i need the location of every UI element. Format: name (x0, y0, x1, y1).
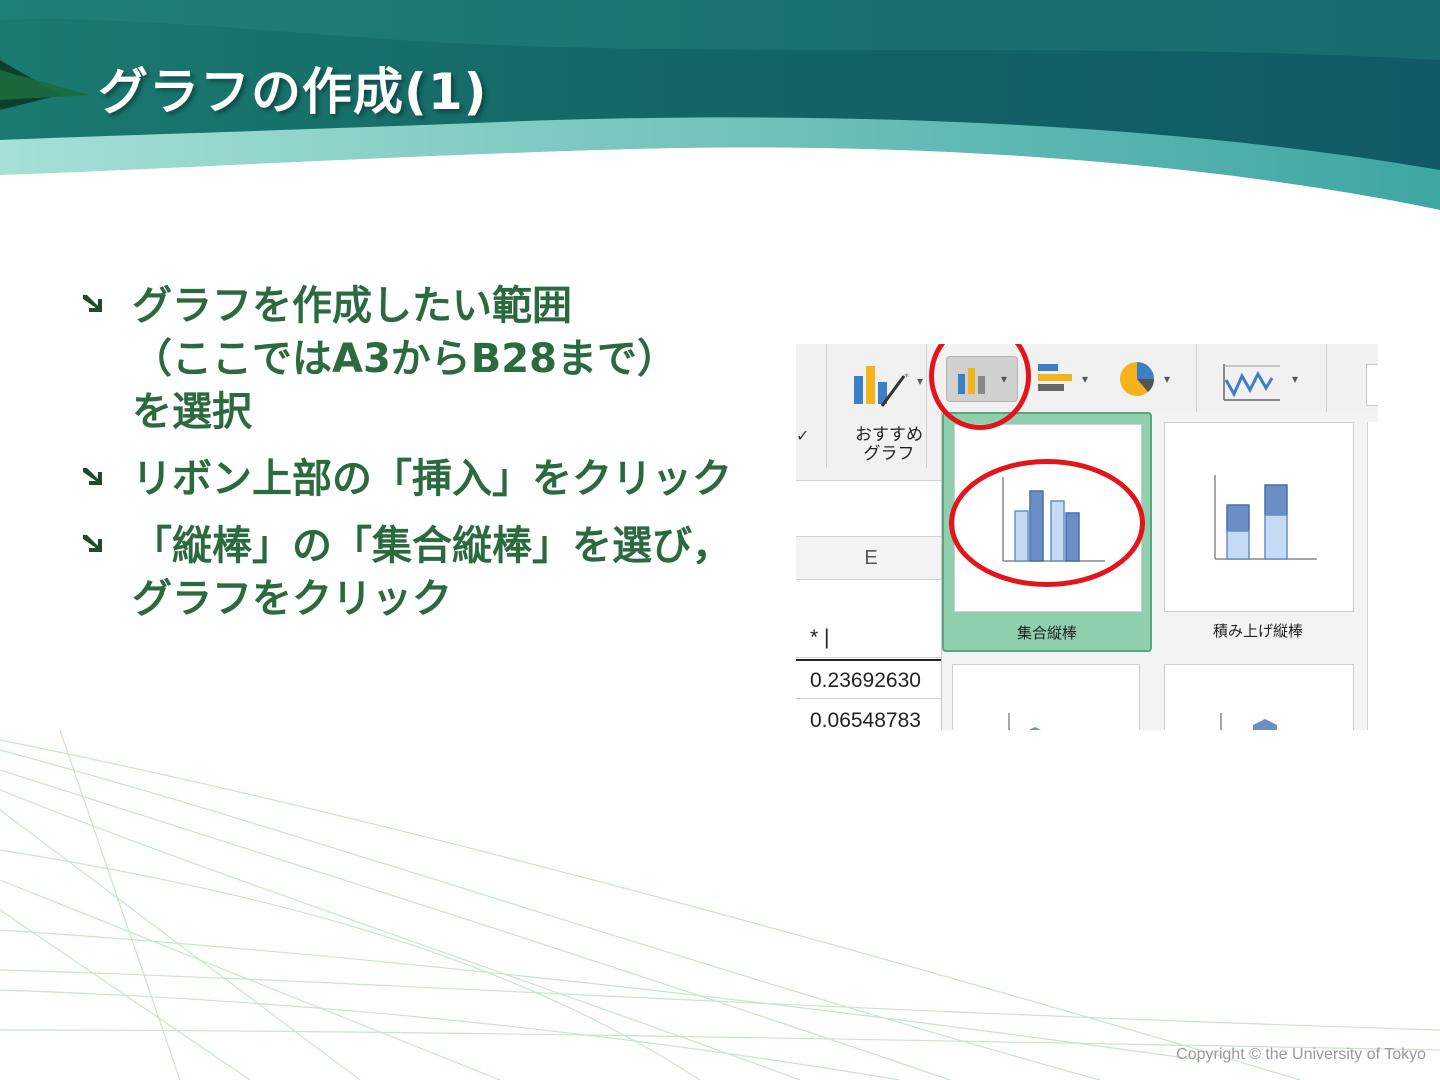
recommended-label-line: グラフ (863, 444, 915, 464)
bullet-arrow-icon (83, 295, 102, 312)
stacked-column-icon (1214, 475, 1317, 560)
stacked-3d-option[interactable] (1164, 664, 1354, 730)
copyright-text: Copyright © the University of Tokyo (1176, 1046, 1426, 1063)
bullet-item: リボン上部の「挿入」をクリック (80, 453, 760, 506)
decorative-lines (0, 730, 1440, 1080)
table-cell[interactable]: 0.23692630 (796, 659, 946, 699)
recommended-label-line: おすすめ (855, 425, 923, 445)
chevron-icon: ✓ (796, 426, 810, 445)
bullet-text: グラフを作成したい範囲 (132, 283, 572, 329)
bullet-arrow-icon (83, 535, 102, 552)
line-chart-icon[interactable] (1222, 362, 1282, 402)
highlight-circle-chart (949, 459, 1145, 587)
bullet-text: リボン上部の「挿入」をクリック (132, 456, 732, 502)
chart-option-label: 集合縦棒 (1016, 624, 1077, 642)
bullet-text: を選択 (132, 389, 252, 435)
dropdown-scroll-edge (1367, 422, 1378, 730)
table-cell[interactable]: 0.06548783 (796, 701, 946, 730)
stacked-column-option[interactable] (1164, 422, 1354, 612)
bullet-list: グラフを作成したい範囲 （ここではA3からB28まで） を選択 リボン上部の「挿… (80, 280, 760, 640)
bullet-arrow-icon (83, 468, 102, 485)
slide-title: グラフの作成(1) (98, 63, 488, 121)
stacked-3d-icon (1220, 713, 1277, 730)
bullet-item: 「縦棒」の「集合縦棒」を選び， グラフをクリック (80, 520, 760, 626)
column-3d-icon (1008, 713, 1041, 730)
pie-chart-icon[interactable] (1118, 360, 1158, 398)
excel-screenshot: ✓ * ▾ おすすめ グラフ ▾ ▾ ▾ ▾ E * | 0.23692630 … (796, 344, 1378, 730)
column-3d-option[interactable] (952, 664, 1140, 730)
more-icon[interactable] (1366, 364, 1378, 406)
chart-option-label: 積み上げ縦棒 (1212, 622, 1303, 640)
bullet-text: グラフをクリック (132, 576, 452, 622)
recommended-charts-label[interactable]: おすすめ グラフ (844, 426, 934, 464)
svg-text:*: * (904, 372, 909, 383)
recommended-charts-icon[interactable]: * (852, 362, 912, 410)
bullet-text: （ここではA3からB28まで） (132, 336, 677, 382)
bullet-text: 「縦棒」の「集合縦棒」を選び， (132, 523, 732, 569)
table-cell[interactable]: * | (796, 618, 946, 658)
spreadsheet-grid: E * | 0.23692630 0.06548783 (796, 481, 946, 730)
column-header[interactable]: E (796, 536, 946, 580)
bullet-item: グラフを作成したい範囲 （ここではA3からB28まで） を選択 (80, 280, 760, 439)
bar-chart-icon[interactable] (1036, 362, 1076, 396)
